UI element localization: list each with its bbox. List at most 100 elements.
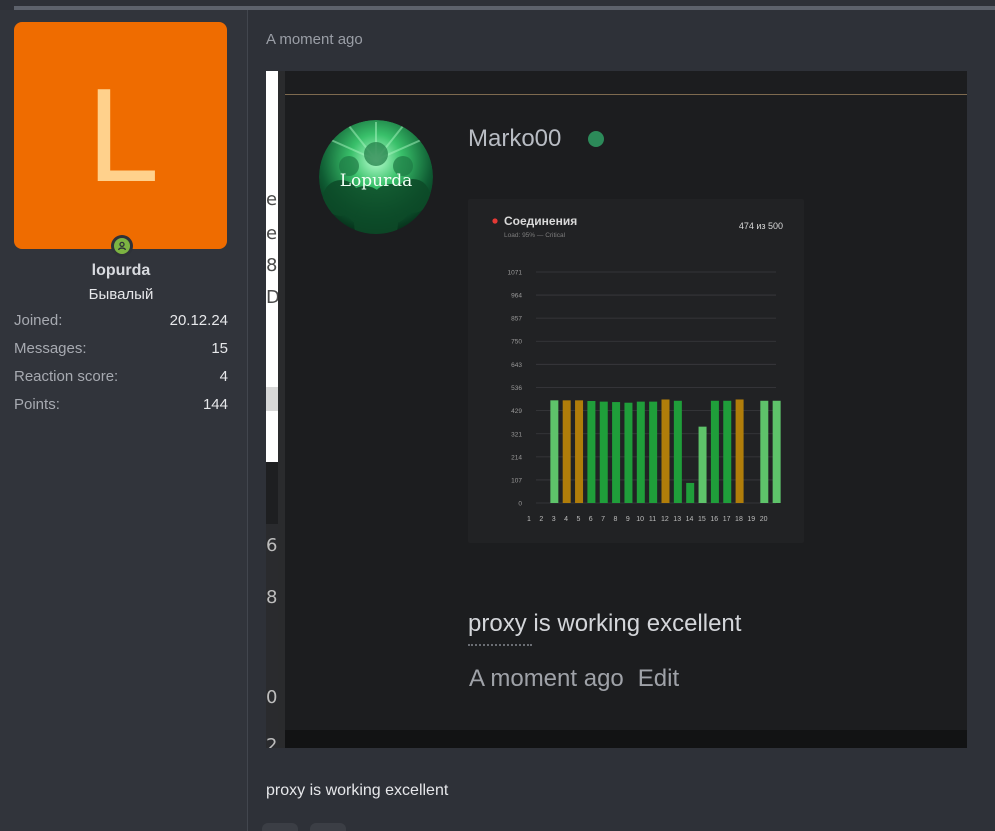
chart-bar [698, 426, 707, 503]
logo-text: Lopurda [340, 171, 413, 191]
online-status-icon [111, 235, 133, 257]
text-fragment: De [266, 287, 278, 308]
screenshot-top-rule [285, 94, 967, 95]
chart-bar [710, 400, 719, 503]
x-tick-label: 4 [564, 516, 568, 523]
x-tick-label: 16 [710, 516, 718, 523]
x-tick-label: 13 [673, 516, 681, 523]
stat-messages: Messages: 15 [14, 339, 228, 367]
stat-joined: Joined: 20.12.24 [14, 311, 228, 339]
spellcheck-underline [468, 644, 532, 646]
x-tick-label: 9 [626, 516, 630, 523]
screenshot-message-text: proxy is working excellent [468, 610, 742, 637]
stat-label: Reaction score: [14, 368, 119, 385]
screenshot-gap [278, 71, 285, 748]
x-tick-label: 19 [747, 516, 755, 523]
screenshot-left-strip: e e 8( De 6 8 0 2 [266, 71, 278, 748]
username-link[interactable]: lopurda [0, 262, 242, 280]
stat-value[interactable]: 144 [203, 395, 228, 423]
text-fragment: 8 [266, 587, 278, 608]
x-tick-label: 1 [527, 516, 531, 523]
x-tick-label: 17 [723, 516, 731, 523]
stat-label: Messages: [14, 340, 87, 357]
x-tick-label: 18 [735, 516, 743, 523]
chart-bar [735, 399, 744, 503]
chart-bar [562, 400, 571, 503]
stat-points: Points: 144 [14, 395, 228, 423]
stat-value[interactable]: 15 [211, 339, 228, 367]
y-tick-label: 1071 [508, 270, 523, 277]
chart-bar [612, 402, 621, 503]
screenshot-time: A moment ago [469, 665, 624, 692]
y-tick-label: 321 [511, 431, 522, 438]
stat-value: 4 [219, 368, 228, 385]
x-tick-label: 12 [661, 516, 669, 523]
post-timestamp[interactable]: A moment ago [266, 31, 363, 48]
chart-bar [673, 400, 682, 503]
chart-bar [772, 400, 781, 503]
chart-bar [636, 401, 645, 503]
x-tick-label: 8 [613, 516, 617, 523]
stat-label: Joined: [14, 312, 63, 329]
x-tick-label: 10 [636, 516, 644, 523]
screenshot-bottom-strip [285, 730, 967, 748]
chart-subtitle: Load: 95% — Critical [504, 232, 566, 239]
y-tick-label: 964 [511, 293, 522, 300]
online-dot-icon [588, 131, 604, 147]
reply-button[interactable] [310, 823, 346, 831]
text-fragment: e [266, 189, 278, 210]
y-tick-label: 429 [511, 408, 522, 415]
x-tick-label: 5 [576, 516, 580, 523]
y-tick-label: 643 [511, 362, 522, 369]
post-message: proxy is working excellent [266, 782, 449, 799]
status-red-dot-icon [492, 218, 498, 224]
chart-bar [550, 400, 559, 503]
stat-value: 20.12.24 [169, 312, 228, 329]
chart-bar [686, 482, 695, 503]
chart-counter: 474 из 500 [739, 221, 783, 231]
y-tick-label: 857 [511, 316, 522, 323]
chart-bar [723, 400, 732, 503]
text-fragment: 2 [266, 735, 278, 748]
x-tick-label: 2 [539, 516, 543, 523]
screenshot-post: Lopurda Marko00 Соединения Load: 95% — C… [285, 71, 967, 730]
post-author-name: Marko00 [468, 125, 562, 152]
y-tick-label: 107 [511, 477, 522, 484]
avatar-letter: L [85, 63, 156, 211]
connections-chart-card: Соединения Load: 95% — Critical 474 из 5… [468, 199, 804, 543]
chart-bar [587, 400, 596, 503]
screenshot-edit-link: Edit [637, 665, 680, 692]
chart-bar [575, 400, 584, 503]
x-tick-label: 14 [686, 516, 694, 523]
y-tick-label: 536 [511, 385, 522, 392]
chart-bar [760, 400, 769, 503]
screenshot-message: proxy is working excellent [468, 610, 742, 646]
x-tick-label: 7 [601, 516, 605, 523]
y-tick-label: 0 [518, 501, 522, 508]
user-avatar[interactable]: L [14, 22, 227, 249]
user-title: Бывалый [88, 286, 154, 303]
user-stats: Joined: 20.12.24 Messages: 15 Reaction s… [14, 311, 228, 423]
lopurda-logo: Lopurda [319, 120, 433, 234]
chart-bar [649, 401, 658, 503]
chart-title: Соединения [504, 214, 577, 228]
x-tick-label: 11 [649, 516, 656, 523]
stat-label: Points: [14, 396, 60, 413]
y-tick-label: 750 [511, 339, 522, 346]
x-tick-label: 3 [552, 516, 556, 523]
chart-bar [624, 402, 633, 503]
chart-bar [599, 401, 608, 503]
screenshot-meta: A moment ago Edit [469, 665, 679, 693]
stat-reaction-score: Reaction score: 4 [14, 367, 228, 395]
attached-screenshot[interactable]: e e 8( De 6 8 0 2 [266, 71, 967, 748]
text-fragment: e [266, 223, 278, 244]
x-tick-label: 15 [698, 516, 706, 523]
chart-bar [661, 399, 670, 503]
connections-chart: Соединения Load: 95% — Critical 474 из 5… [492, 214, 783, 523]
like-button[interactable] [262, 823, 298, 831]
x-tick-label: 20 [760, 516, 768, 523]
text-fragment: 8( [266, 255, 278, 276]
x-tick-label: 6 [589, 516, 593, 523]
text-fragment: 0 [266, 687, 278, 708]
y-tick-label: 214 [511, 454, 522, 461]
